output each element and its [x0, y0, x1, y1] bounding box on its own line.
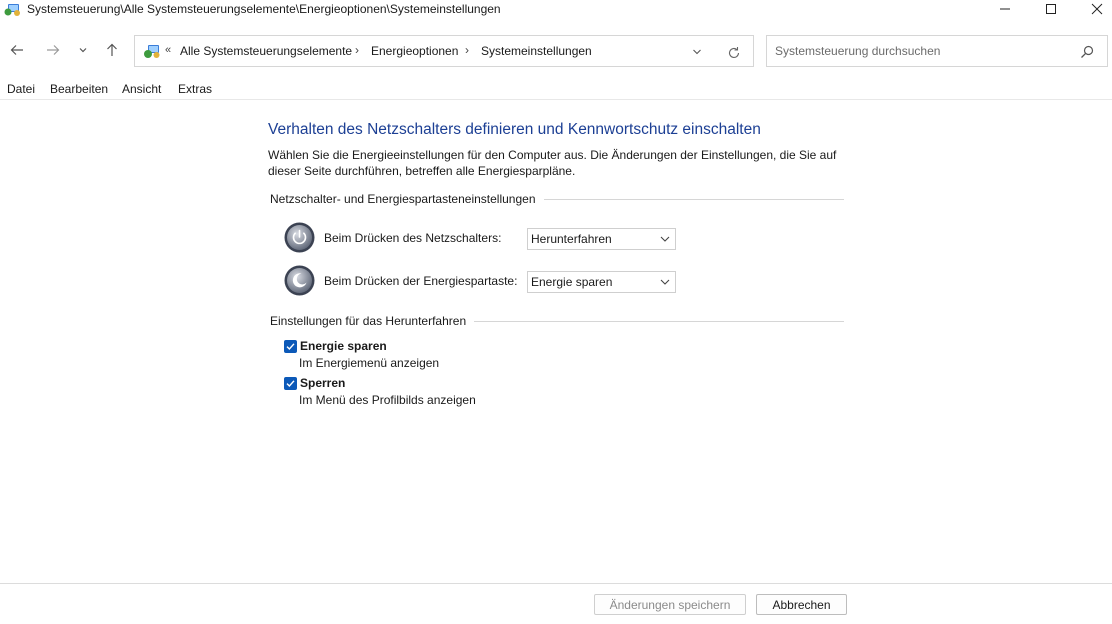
refresh-icon [728, 47, 740, 58]
power-button-icon [284, 222, 315, 253]
maximize-icon [1046, 4, 1056, 14]
page-description: Wählen Sie die Energieeinstellungen für … [268, 148, 837, 178]
breadcrumb-separator[interactable]: › [355, 43, 359, 57]
breadcrumb-power-options[interactable]: Energieoptionen [371, 44, 458, 58]
lock-checkbox[interactable] [284, 377, 297, 390]
sleep-button-label: Beim Drücken der Energiespartaste: [324, 274, 518, 288]
sleep-checkbox-description: Im Energiemenü anzeigen [299, 356, 440, 370]
minimize-icon [1000, 8, 1010, 10]
chevron-down-icon [660, 279, 670, 285]
recent-locations-button[interactable] [73, 38, 93, 62]
forward-button[interactable] [41, 38, 65, 62]
navigation-bar: « Alle Systemsteuerungselemente › Energi… [0, 30, 1112, 70]
sleep-button-action-select[interactable]: Energie sparen [527, 271, 676, 293]
chevron-down-icon [693, 49, 701, 55]
breadcrumb-all-items[interactable]: Alle Systemsteuerungselemente [180, 44, 352, 58]
power-buttons-section-header: Netzschalter- und Energiespartasteneinst… [270, 192, 844, 206]
close-icon [1091, 3, 1103, 15]
menu-edit[interactable]: Bearbeiten [50, 82, 108, 96]
refresh-button[interactable] [725, 44, 743, 62]
shutdown-settings-section-header: Einstellungen für das Herunterfahren [270, 314, 844, 328]
footer: Änderungen speichern Abbrechen [0, 584, 1112, 624]
section-title: Einstellungen für das Herunterfahren [270, 314, 467, 328]
search-box[interactable]: Systemsteuerung durchsuchen [766, 35, 1108, 67]
search-input[interactable]: Systemsteuerung durchsuchen [775, 44, 940, 58]
power-button-label: Beim Drücken des Netzschalters: [324, 231, 502, 245]
divider [543, 199, 844, 200]
window-title: Systemsteuerung\Alle Systemsteuerungsele… [27, 2, 501, 16]
address-history-dropdown[interactable] [689, 44, 705, 60]
sleep-checkbox-label[interactable]: Energie sparen [300, 339, 387, 353]
lock-checkbox-label[interactable]: Sperren [300, 376, 345, 390]
save-changes-button[interactable]: Änderungen speichern [594, 594, 746, 615]
close-button[interactable] [1074, 0, 1112, 18]
page-title: Verhalten des Netzschalters definieren u… [268, 121, 761, 138]
sleep-button-setting: Beim Drücken der Energiespartaste: Energ… [284, 265, 684, 299]
control-panel-icon [4, 4, 20, 16]
chevron-down-icon [79, 48, 87, 53]
arrow-left-icon [10, 45, 23, 55]
divider [474, 321, 844, 322]
address-overflow[interactable]: « [165, 44, 171, 56]
menu-view[interactable]: Ansicht [122, 82, 161, 96]
cancel-button[interactable]: Abbrechen [756, 594, 847, 615]
main-content: Verhalten des Netzschalters definieren u… [0, 100, 1112, 583]
arrow-up-icon [107, 43, 117, 56]
breadcrumb-system-settings[interactable]: Systemeinstellungen [481, 44, 592, 58]
title-bar: Systemsteuerung\Alle Systemsteuerungsele… [0, 0, 1112, 20]
minimize-button[interactable] [982, 0, 1028, 18]
power-button-setting: Beim Drücken des Netzschalters: Herunter… [284, 222, 684, 256]
control-panel-icon [144, 45, 160, 58]
breadcrumb-separator[interactable]: › [465, 43, 469, 57]
search-icon[interactable] [1079, 44, 1095, 60]
checkmark-icon [286, 380, 295, 388]
sleep-checkbox[interactable] [284, 340, 297, 353]
lock-checkbox-description: Im Menü des Profilbilds anzeigen [299, 393, 476, 407]
sleep-button-icon [284, 265, 315, 296]
checkmark-icon [286, 343, 295, 351]
select-value: Herunterfahren [531, 232, 612, 246]
address-bar[interactable]: « Alle Systemsteuerungselemente › Energi… [134, 35, 754, 67]
power-button-action-select[interactable]: Herunterfahren [527, 228, 676, 250]
section-title: Netzschalter- und Energiespartasteneinst… [270, 192, 536, 206]
chevron-down-icon [660, 236, 670, 242]
menu-extras[interactable]: Extras [178, 82, 212, 96]
select-value: Energie sparen [531, 275, 613, 289]
menu-bar: Datei Bearbeiten Ansicht Extras [0, 80, 1112, 100]
up-button[interactable] [100, 38, 124, 62]
menu-file[interactable]: Datei [7, 82, 35, 96]
back-button[interactable] [5, 38, 29, 62]
arrow-right-icon [47, 45, 60, 55]
maximize-button[interactable] [1028, 0, 1074, 18]
